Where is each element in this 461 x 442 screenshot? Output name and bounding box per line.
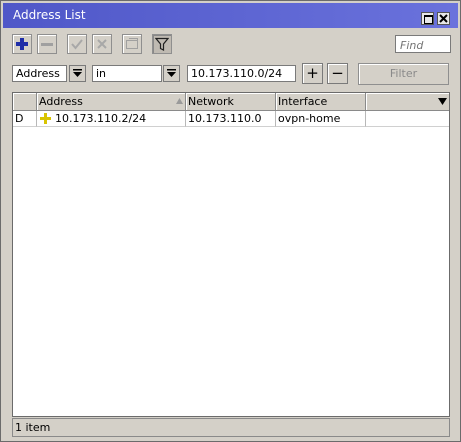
add-filter-button[interactable]: + bbox=[302, 63, 323, 84]
window-title: Address List bbox=[13, 8, 86, 22]
enable-button[interactable] bbox=[67, 34, 87, 54]
comment-icon bbox=[126, 38, 138, 49]
cell-extra bbox=[366, 111, 449, 127]
filter-field-dropdown-icon[interactable] bbox=[69, 65, 86, 82]
column-interface[interactable]: Interface bbox=[276, 93, 366, 110]
filter-operator-select[interactable]: in bbox=[92, 65, 162, 82]
find-input[interactable] bbox=[395, 35, 451, 53]
column-extra[interactable] bbox=[366, 93, 449, 110]
column-address-label: Address bbox=[39, 95, 83, 108]
status-bar: 1 item bbox=[12, 418, 450, 437]
dynamic-address-icon bbox=[40, 113, 51, 124]
filter-bar: Address in 10.173.110.0/24 + − Filter bbox=[3, 63, 458, 87]
title-bar[interactable]: Address List bbox=[3, 3, 458, 28]
apply-filter-button[interactable]: Filter bbox=[358, 63, 449, 85]
filter-value-input[interactable]: 10.173.110.0/24 bbox=[187, 65, 296, 82]
column-address[interactable]: Address bbox=[37, 93, 186, 110]
column-network[interactable]: Network bbox=[186, 93, 276, 110]
filter-field-select[interactable]: Address bbox=[12, 65, 67, 82]
table-row[interactable]: D 10.173.110.2/24 10.173.110.0 ovpn-home bbox=[13, 111, 449, 127]
cell-flag: D bbox=[13, 111, 37, 127]
cell-address: 10.173.110.2/24 bbox=[37, 111, 186, 127]
toolbar bbox=[3, 31, 458, 59]
x-icon bbox=[97, 39, 107, 49]
filter-operator-dropdown-icon[interactable] bbox=[163, 65, 180, 82]
sort-ascending-icon bbox=[176, 98, 183, 104]
maximize-icon[interactable] bbox=[421, 12, 434, 25]
close-icon[interactable] bbox=[437, 12, 450, 25]
column-menu-icon[interactable] bbox=[438, 98, 447, 105]
check-icon bbox=[71, 39, 83, 50]
cell-address-text: 10.173.110.2/24 bbox=[55, 112, 147, 125]
add-button[interactable] bbox=[12, 34, 32, 54]
address-table: Address Network Interface D 10.173.110.2… bbox=[12, 92, 450, 417]
table-header: Address Network Interface bbox=[13, 93, 449, 111]
cell-interface: ovpn-home bbox=[276, 111, 366, 127]
comment-button[interactable] bbox=[122, 34, 142, 54]
disable-button[interactable] bbox=[92, 34, 112, 54]
remove-button[interactable] bbox=[37, 34, 57, 54]
funnel-icon bbox=[155, 37, 169, 51]
address-list-window: Address List Find Address in 10.173.110.… bbox=[0, 0, 461, 442]
plus-icon bbox=[16, 38, 28, 50]
remove-filter-button[interactable]: − bbox=[327, 63, 348, 84]
column-flag[interactable] bbox=[13, 93, 37, 110]
filter-toggle-button[interactable] bbox=[152, 34, 172, 54]
cell-network: 10.173.110.0 bbox=[186, 111, 276, 127]
minus-icon bbox=[41, 43, 53, 46]
